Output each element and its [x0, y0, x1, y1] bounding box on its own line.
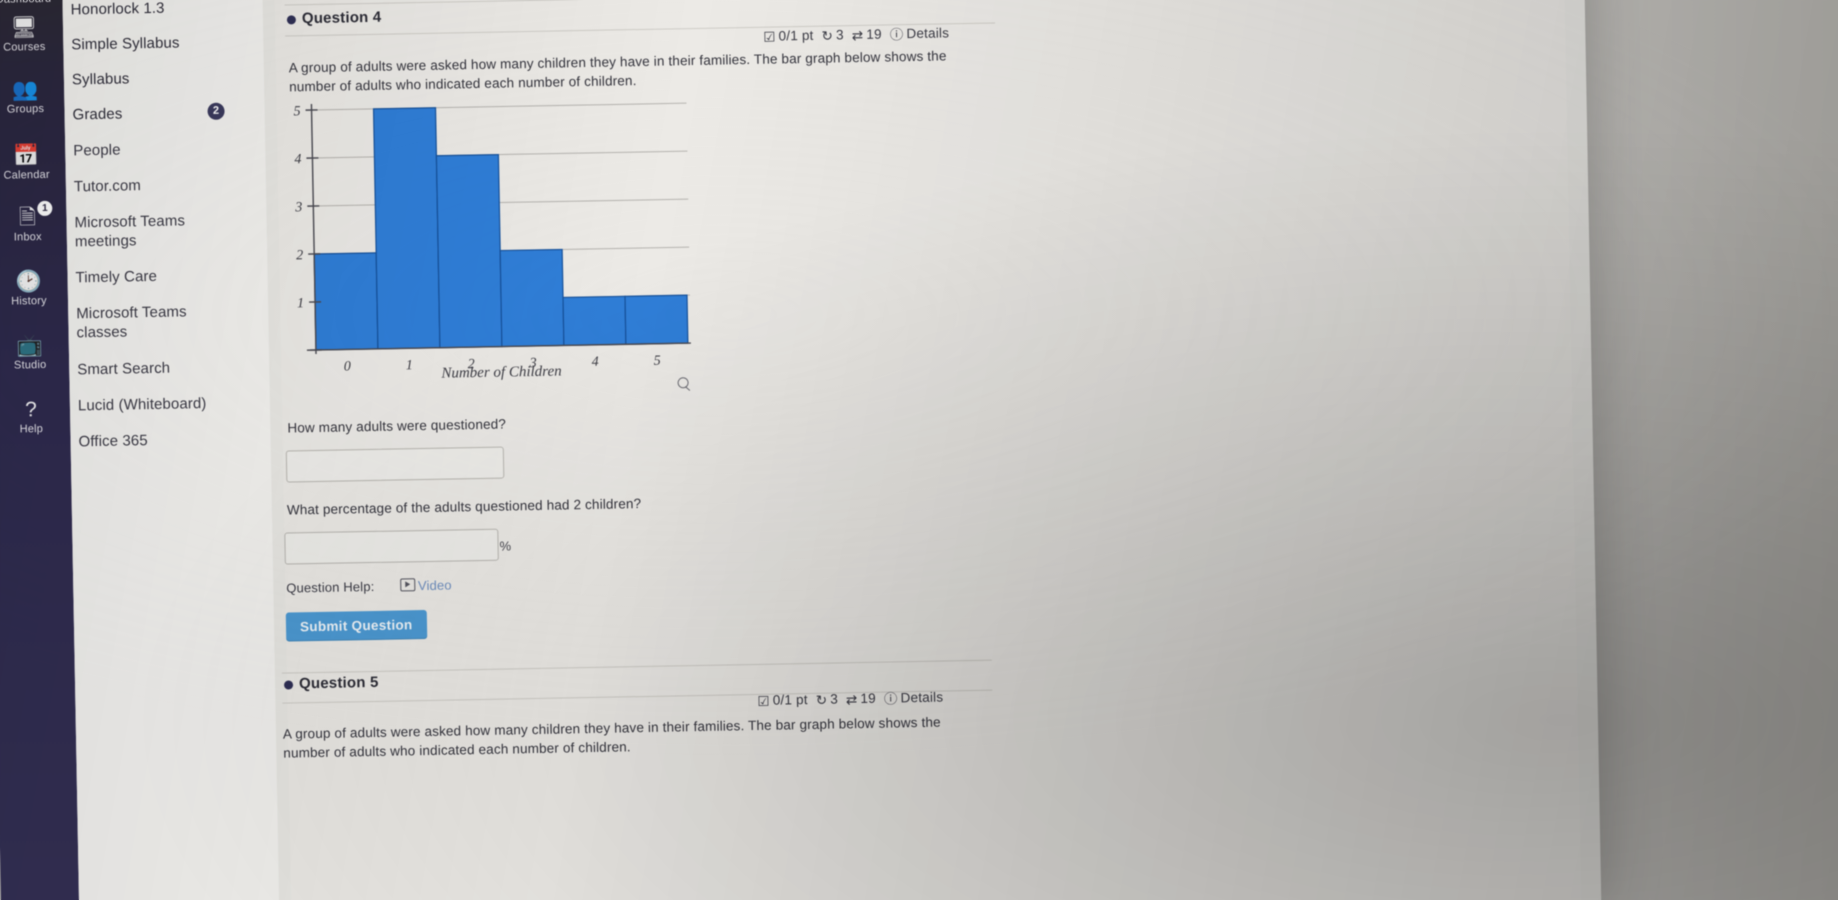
question4-meta: ☑ 0/1 pt ↻ 3 ⇄ 19 ⓘ Details	[763, 22, 949, 45]
groups-icon: 👥	[11, 78, 39, 102]
bar-chart-svg: 5 4 3 2 1 0 1 2 3 4 5	[293, 102, 691, 374]
global-nav-label: Dashboard	[0, 0, 63, 7]
chart-x-axis-title: Number of Children	[441, 363, 562, 382]
question4-points: 0/1 pt	[778, 27, 814, 44]
question4-body: A group of adults were asked how many ch…	[288, 48, 947, 95]
attempts-undo-icon: ↻	[821, 28, 834, 44]
course-nav-item-simple-syllabus[interactable]: Simple Syllabus	[71, 32, 261, 54]
global-nav-item-history[interactable]: 🕑 History	[0, 269, 68, 309]
global-nav-item-studio[interactable]: 📺 Studio	[0, 333, 69, 373]
question4-details-link[interactable]: Details	[906, 25, 949, 41]
question-status-dot	[286, 15, 296, 25]
global-nav-label: Studio	[13, 358, 47, 372]
question4-version: 19	[866, 26, 882, 42]
course-nav-item-syllabus[interactable]: Syllabus	[72, 67, 262, 89]
course-nav-item-timely-care[interactable]: Timely Care	[75, 265, 265, 287]
y-tick-4: 4	[294, 152, 301, 167]
course-nav-item-honorlock[interactable]: Honorlock 1.3	[70, 0, 260, 19]
question4-help: Question Help: Video	[286, 578, 452, 596]
question-help-label: Question Help:	[286, 578, 375, 596]
y-tick-1: 1	[297, 296, 304, 311]
question5-version: 19	[860, 690, 877, 707]
answer-input-adults-questioned[interactable]	[285, 446, 505, 483]
bar-5	[624, 294, 689, 345]
course-nav-item-teams-meetings[interactable]: Microsoft Teams meetings	[74, 211, 205, 251]
question5-attempts: 3	[830, 691, 839, 707]
global-nav-label: Inbox	[13, 230, 42, 244]
history-icon: 🕑	[15, 269, 42, 294]
question5-points: 0/1 pt	[772, 692, 808, 708]
global-nav-label: History	[11, 294, 47, 308]
course-nav-item-people[interactable]: People	[73, 138, 263, 160]
question5-title: Question 5	[298, 673, 379, 693]
global-nav-item-help[interactable]: ? Help	[0, 396, 70, 436]
question-help-video-link[interactable]: Video	[418, 578, 452, 594]
global-nav-label: Calendar	[3, 168, 50, 182]
x-tick-0: 0	[344, 359, 351, 374]
photographed-screen: ☉ Dashboard 🖥 Courses 👥 Groups 📅 Calenda…	[0, 0, 1838, 900]
y-axis	[310, 104, 317, 354]
inbox-icon: 🗎	[18, 206, 37, 230]
global-nav-label: Groups	[6, 102, 45, 116]
x-tick-5: 5	[654, 354, 661, 369]
calendar-icon: 📅	[13, 144, 40, 168]
course-nav-item-smart-search[interactable]: Smart Search	[77, 357, 267, 379]
bar-2	[435, 153, 503, 349]
course-nav-item-lucid[interactable]: Lucid (Whiteboard)	[78, 393, 268, 415]
answer-input-percentage[interactable]	[284, 528, 499, 565]
help-icon: ?	[24, 398, 38, 422]
bar-3	[499, 248, 565, 348]
browser-screen: ☉ Dashboard 🖥 Courses 👥 Groups 📅 Calenda…	[0, 0, 1602, 900]
version-shuffle-icon: ⇄	[845, 692, 858, 708]
question4-prompt-1: How many adults were questioned?	[287, 416, 507, 436]
y-tick-3: 3	[294, 200, 302, 215]
question4-prompt-2: What percentage of the adults questioned…	[286, 496, 642, 518]
y-tick-labels: 5 4 3 2 1	[293, 104, 304, 311]
global-nav-item-courses[interactable]: 🖥 Courses	[0, 15, 63, 55]
info-icon[interactable]: ⓘ	[890, 23, 904, 43]
divider	[281, 659, 992, 674]
points-checkbox-icon: ☑	[763, 29, 776, 45]
studio-icon: 📺	[16, 333, 44, 358]
version-shuffle-icon: ⇄	[851, 27, 864, 44]
question5-details-link[interactable]: Details	[900, 690, 943, 706]
info-icon[interactable]: ⓘ	[884, 687, 898, 707]
course-nav-item-tutor-com[interactable]: Tutor.com	[74, 174, 264, 196]
bar-chart: 5 4 3 2 1 0 1 2 3 4 5 Number of Children	[286, 89, 711, 387]
points-checkbox-icon: ☑	[757, 693, 770, 709]
global-nav-item-inbox[interactable]: 🗎 1 Inbox	[0, 200, 67, 245]
question4-attempts: 3	[835, 27, 844, 43]
bar-4	[562, 295, 627, 347]
y-tick-2: 2	[296, 248, 303, 263]
percent-symbol: %	[499, 538, 512, 554]
bars	[313, 107, 689, 351]
search-icon[interactable]	[678, 377, 693, 392]
course-nav-item-teams-classes[interactable]: Microsoft Teams classes	[76, 302, 207, 342]
x-tick-4: 4	[592, 355, 599, 370]
question5-body: A group of adults were asked how many ch…	[282, 714, 941, 761]
quiz-content: Question 4 ☑ 0/1 pt ↻ 3 ⇄ 19 ⓘ Details A group …	[273, 0, 1582, 900]
course-nav-item-grades[interactable]: Grades	[72, 102, 262, 124]
x-tick-1: 1	[406, 358, 413, 373]
courses-icon: 🖥	[10, 16, 38, 40]
attempts-undo-icon: ↻	[815, 692, 828, 708]
course-nav-item-office-365[interactable]: Office 365	[78, 429, 268, 451]
global-nav-item-dashboard[interactable]: ☉ Dashboard	[0, 0, 63, 7]
submit-question-button[interactable]: Submit Question	[285, 610, 427, 642]
global-nav-label: Courses	[3, 40, 46, 54]
question5-meta: ☑ 0/1 pt ↻ 3 ⇄ 19 ⓘ Details	[757, 687, 943, 710]
bar-0	[313, 252, 379, 351]
course-nav: Honorlock 1.3 Simple Syllabus Syllabus G…	[61, 0, 281, 900]
global-nav-item-groups[interactable]: 👥 Groups	[0, 77, 65, 117]
global-nav-item-calendar[interactable]: 📅 Calendar	[0, 143, 66, 183]
gridline-5	[306, 102, 687, 111]
question-status-dot	[283, 680, 294, 690]
question4-title: Question 4	[301, 8, 382, 28]
bar-1	[372, 107, 441, 350]
video-icon	[399, 578, 416, 592]
divider	[284, 0, 995, 6]
global-nav-label: Help	[19, 422, 44, 436]
y-tick-5: 5	[293, 104, 300, 119]
